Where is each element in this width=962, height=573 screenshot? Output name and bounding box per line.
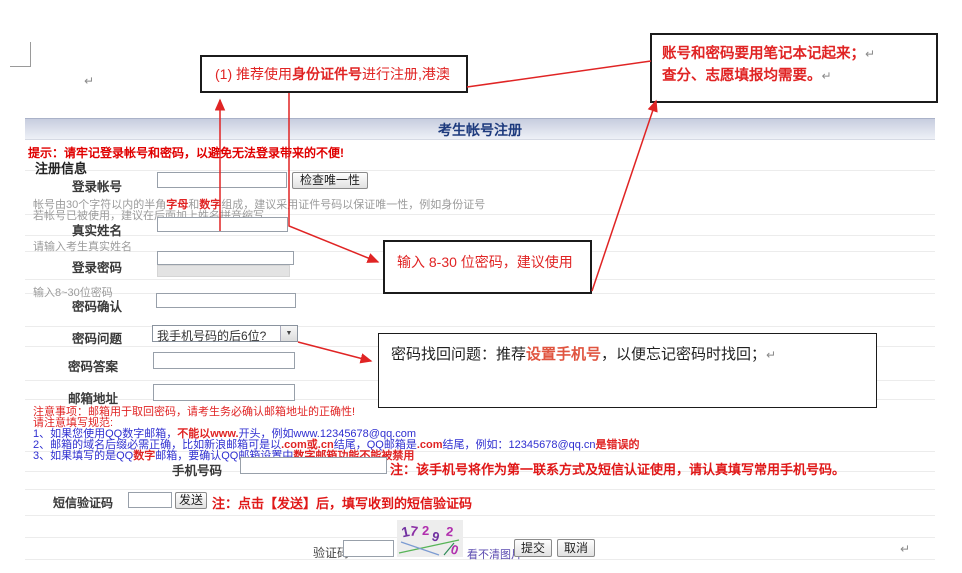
annotation-text-highlight: 设置手机号 (526, 346, 601, 363)
check-uniqueness-button[interactable]: 检查唯一性 (292, 172, 368, 189)
login-account-label: 登录帐号 (72, 176, 122, 195)
password-answer-label: 密码答案 (68, 356, 118, 375)
annotation-text: 密码找回问题：推荐 (391, 346, 526, 363)
connector-box1-box2 (467, 61, 651, 87)
row-separator (25, 489, 935, 490)
annotation-line: 账号和密码要用笔记本记起来；↵ (662, 43, 936, 65)
email-input[interactable] (153, 384, 295, 401)
send-sms-button[interactable]: 发送 (175, 492, 207, 509)
password-question-label: 密码问题 (72, 328, 122, 347)
annotation-text: (1) 推荐使用 (215, 66, 292, 82)
page: ↵ ↵ 考生帐号注册 提示：请牢记登录帐号和密码，以避免无法登录带来的不便! 注… (0, 0, 962, 573)
password-confirm-label: 密码确认 (72, 296, 122, 315)
sms-note: 注：点击【发送】后，填写收到的短信验证码 (212, 493, 472, 512)
password-answer-input[interactable] (153, 352, 295, 369)
password-input[interactable] (157, 251, 294, 265)
annotation-text: ，以便忘记密码时找回； (601, 346, 766, 363)
captcha-input[interactable] (343, 540, 394, 557)
section-title: 注册信息 (35, 158, 87, 177)
password-label: 登录密码 (72, 257, 122, 276)
annotation-text: 进行注册,港澳 (362, 66, 450, 82)
form-title: 考生帐号注册 (25, 118, 935, 140)
annotation-text-bold: 账号和密码要用笔记本记起来； (662, 46, 865, 62)
note-text-highlight: 是错误的 (596, 439, 640, 451)
captcha-digit: 2 (422, 523, 429, 538)
sms-code-label: 短信验证码 (53, 494, 113, 511)
note-text: 3、如果填写的是QQ (33, 450, 133, 462)
annotation-text: 输入 8-30 位密码，建议使用 (397, 254, 573, 270)
row-separator (25, 515, 935, 516)
note-text: 结尾，例如：12345678@qq.cn (443, 439, 596, 451)
annotation-box-id-recommendation: (1) 推荐使用身份证件号进行注册,港澳 (200, 55, 468, 93)
row-separator (25, 235, 935, 236)
paragraph-mark: ↵ (822, 69, 832, 83)
annotation-text-bold: 查分、志愿填报均需要。 (662, 68, 822, 84)
paragraph-mark: ↵ (766, 348, 776, 362)
captcha-image: 1 7 2 9 2 0 (397, 520, 463, 560)
password-strength-bar (157, 265, 290, 277)
note-text-highlight: 数字 (133, 450, 155, 462)
annotation-line: 查分、志愿填报均需要。↵ (662, 65, 936, 87)
phone-note: 注：该手机号将作为第一联系方式及短信认证使用，请认真填写常用手机号码。 (390, 459, 845, 478)
sms-code-input[interactable] (128, 492, 172, 508)
text-frame-corner-mark (10, 42, 31, 67)
real-name-label: 真实姓名 (72, 220, 122, 239)
phone-input[interactable] (240, 457, 387, 474)
note-text-highlight: .com (417, 439, 443, 451)
row-separator (25, 537, 935, 538)
submit-button[interactable]: 提交 (514, 539, 552, 557)
password-question-select[interactable]: 我手机号码的后6位? ▼ (152, 325, 298, 342)
login-account-input[interactable] (157, 172, 287, 188)
annotation-box-password-recovery: 密码找回问题：推荐设置手机号，以便忘记密码时找回；↵ (378, 333, 877, 408)
paragraph-mark: ↵ (84, 74, 94, 88)
annotation-text-bold: 身份证件号 (292, 66, 362, 82)
paragraph-mark: ↵ (865, 47, 875, 61)
password-confirm-input[interactable] (156, 293, 296, 308)
annotation-box-password-advice: 输入 8-30 位密码，建议使用 (383, 240, 592, 294)
real-name-help: 请输入考生真实姓名 (33, 238, 132, 254)
row-separator (25, 170, 935, 171)
real-name-input[interactable] (157, 217, 288, 232)
phone-label: 手机号码 (172, 460, 222, 479)
chevron-down-icon[interactable]: ▼ (280, 326, 297, 341)
cancel-button[interactable]: 取消 (557, 539, 595, 557)
selected-question-value: 我手机号码的后6位? (157, 327, 266, 344)
annotation-box-remember-account: 账号和密码要用笔记本记起来；↵ 查分、志愿填报均需要。↵ (650, 33, 938, 103)
